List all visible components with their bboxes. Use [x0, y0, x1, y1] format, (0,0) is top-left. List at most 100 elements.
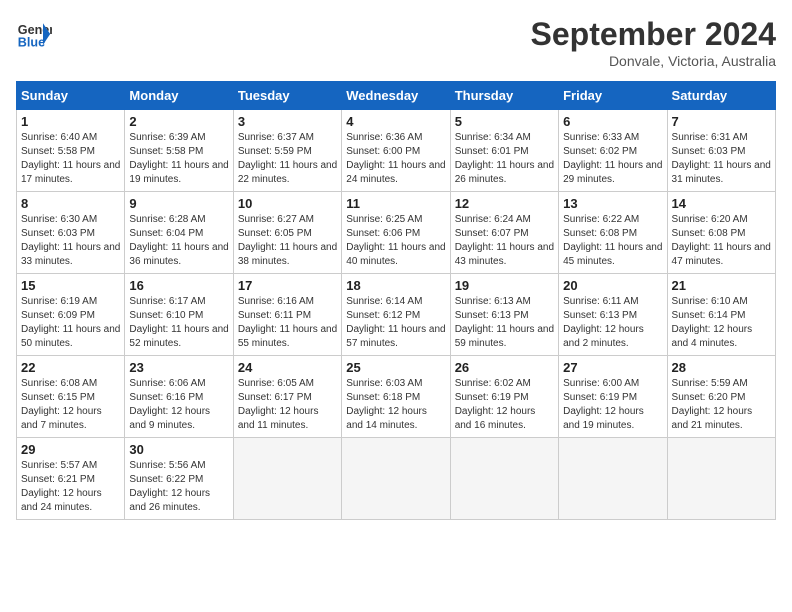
table-row: 23 Sunrise: 6:06 AMSunset: 6:16 PMDaylig… [125, 356, 233, 438]
day-info: Sunrise: 6:03 AMSunset: 6:18 PMDaylight:… [346, 377, 445, 433]
day-number: 16 [129, 278, 228, 293]
day-info: Sunrise: 6:10 AMSunset: 6:14 PMDaylight:… [672, 295, 771, 351]
day-info: Sunrise: 6:22 AMSunset: 6:08 PMDaylight:… [563, 213, 662, 269]
table-row: 3 Sunrise: 6:37 AMSunset: 5:59 PMDayligh… [233, 110, 341, 192]
day-number: 4 [346, 114, 445, 129]
table-row: 26 Sunrise: 6:02 AMSunset: 6:19 PMDaylig… [450, 356, 558, 438]
day-info: Sunrise: 6:06 AMSunset: 6:16 PMDaylight:… [129, 377, 228, 433]
empty-cell [233, 438, 341, 520]
table-row: 13 Sunrise: 6:22 AMSunset: 6:08 PMDaylig… [559, 192, 667, 274]
calendar-week-row: 1 Sunrise: 6:40 AMSunset: 5:58 PMDayligh… [17, 110, 776, 192]
table-row: 7 Sunrise: 6:31 AMSunset: 6:03 PMDayligh… [667, 110, 775, 192]
table-row: 2 Sunrise: 6:39 AMSunset: 5:58 PMDayligh… [125, 110, 233, 192]
calendar-week-row: 15 Sunrise: 6:19 AMSunset: 6:09 PMDaylig… [17, 274, 776, 356]
day-number: 23 [129, 360, 228, 375]
title-block: September 2024 Donvale, Victoria, Austra… [531, 16, 776, 69]
table-row: 30 Sunrise: 5:56 AMSunset: 6:22 PMDaylig… [125, 438, 233, 520]
day-number: 5 [455, 114, 554, 129]
day-number: 11 [346, 196, 445, 211]
day-number: 29 [21, 442, 120, 457]
day-number: 21 [672, 278, 771, 293]
calendar-table: Sunday Monday Tuesday Wednesday Thursday… [16, 81, 776, 520]
day-number: 17 [238, 278, 337, 293]
table-row: 24 Sunrise: 6:05 AMSunset: 6:17 PMDaylig… [233, 356, 341, 438]
day-number: 25 [346, 360, 445, 375]
day-number: 9 [129, 196, 228, 211]
day-number: 19 [455, 278, 554, 293]
day-info: Sunrise: 6:37 AMSunset: 5:59 PMDaylight:… [238, 131, 337, 187]
day-info: Sunrise: 6:33 AMSunset: 6:02 PMDaylight:… [563, 131, 662, 187]
day-info: Sunrise: 6:14 AMSunset: 6:12 PMDaylight:… [346, 295, 445, 351]
day-number: 20 [563, 278, 662, 293]
col-tuesday: Tuesday [233, 82, 341, 110]
empty-cell [450, 438, 558, 520]
day-number: 24 [238, 360, 337, 375]
table-row: 21 Sunrise: 6:10 AMSunset: 6:14 PMDaylig… [667, 274, 775, 356]
day-info: Sunrise: 6:40 AMSunset: 5:58 PMDaylight:… [21, 131, 120, 187]
day-number: 3 [238, 114, 337, 129]
day-number: 27 [563, 360, 662, 375]
day-info: Sunrise: 6:25 AMSunset: 6:06 PMDaylight:… [346, 213, 445, 269]
day-info: Sunrise: 6:19 AMSunset: 6:09 PMDaylight:… [21, 295, 120, 351]
day-info: Sunrise: 6:27 AMSunset: 6:05 PMDaylight:… [238, 213, 337, 269]
day-number: 8 [21, 196, 120, 211]
day-number: 12 [455, 196, 554, 211]
day-info: Sunrise: 5:56 AMSunset: 6:22 PMDaylight:… [129, 459, 228, 515]
location-text: Donvale, Victoria, Australia [531, 53, 776, 69]
table-row: 12 Sunrise: 6:24 AMSunset: 6:07 PMDaylig… [450, 192, 558, 274]
month-title: September 2024 [531, 16, 776, 53]
table-row: 10 Sunrise: 6:27 AMSunset: 6:05 PMDaylig… [233, 192, 341, 274]
col-sunday: Sunday [17, 82, 125, 110]
table-row: 22 Sunrise: 6:08 AMSunset: 6:15 PMDaylig… [17, 356, 125, 438]
calendar-body: 1 Sunrise: 6:40 AMSunset: 5:58 PMDayligh… [17, 110, 776, 520]
table-row: 16 Sunrise: 6:17 AMSunset: 6:10 PMDaylig… [125, 274, 233, 356]
table-row: 28 Sunrise: 5:59 AMSunset: 6:20 PMDaylig… [667, 356, 775, 438]
day-info: Sunrise: 6:02 AMSunset: 6:19 PMDaylight:… [455, 377, 554, 433]
day-number: 14 [672, 196, 771, 211]
table-row: 20 Sunrise: 6:11 AMSunset: 6:13 PMDaylig… [559, 274, 667, 356]
day-info: Sunrise: 5:57 AMSunset: 6:21 PMDaylight:… [21, 459, 120, 515]
day-info: Sunrise: 6:20 AMSunset: 6:08 PMDaylight:… [672, 213, 771, 269]
day-number: 18 [346, 278, 445, 293]
day-number: 10 [238, 196, 337, 211]
day-info: Sunrise: 6:39 AMSunset: 5:58 PMDaylight:… [129, 131, 228, 187]
page-header: General Blue September 2024 Donvale, Vic… [16, 16, 776, 69]
day-number: 28 [672, 360, 771, 375]
table-row: 1 Sunrise: 6:40 AMSunset: 5:58 PMDayligh… [17, 110, 125, 192]
table-row: 18 Sunrise: 6:14 AMSunset: 6:12 PMDaylig… [342, 274, 450, 356]
calendar-header-row: Sunday Monday Tuesday Wednesday Thursday… [17, 82, 776, 110]
day-info: Sunrise: 6:13 AMSunset: 6:13 PMDaylight:… [455, 295, 554, 351]
table-row: 27 Sunrise: 6:00 AMSunset: 6:19 PMDaylig… [559, 356, 667, 438]
day-number: 13 [563, 196, 662, 211]
table-row: 15 Sunrise: 6:19 AMSunset: 6:09 PMDaylig… [17, 274, 125, 356]
table-row: 6 Sunrise: 6:33 AMSunset: 6:02 PMDayligh… [559, 110, 667, 192]
day-info: Sunrise: 5:59 AMSunset: 6:20 PMDaylight:… [672, 377, 771, 433]
day-info: Sunrise: 6:24 AMSunset: 6:07 PMDaylight:… [455, 213, 554, 269]
table-row: 5 Sunrise: 6:34 AMSunset: 6:01 PMDayligh… [450, 110, 558, 192]
day-info: Sunrise: 6:30 AMSunset: 6:03 PMDaylight:… [21, 213, 120, 269]
day-info: Sunrise: 6:05 AMSunset: 6:17 PMDaylight:… [238, 377, 337, 433]
empty-cell [342, 438, 450, 520]
day-info: Sunrise: 6:17 AMSunset: 6:10 PMDaylight:… [129, 295, 228, 351]
col-saturday: Saturday [667, 82, 775, 110]
table-row: 25 Sunrise: 6:03 AMSunset: 6:18 PMDaylig… [342, 356, 450, 438]
table-row: 11 Sunrise: 6:25 AMSunset: 6:06 PMDaylig… [342, 192, 450, 274]
day-number: 6 [563, 114, 662, 129]
calendar-week-row: 22 Sunrise: 6:08 AMSunset: 6:15 PMDaylig… [17, 356, 776, 438]
calendar-week-row: 8 Sunrise: 6:30 AMSunset: 6:03 PMDayligh… [17, 192, 776, 274]
table-row: 9 Sunrise: 6:28 AMSunset: 6:04 PMDayligh… [125, 192, 233, 274]
day-number: 22 [21, 360, 120, 375]
day-number: 30 [129, 442, 228, 457]
day-number: 1 [21, 114, 120, 129]
calendar-week-row: 29 Sunrise: 5:57 AMSunset: 6:21 PMDaylig… [17, 438, 776, 520]
day-info: Sunrise: 6:11 AMSunset: 6:13 PMDaylight:… [563, 295, 662, 351]
col-wednesday: Wednesday [342, 82, 450, 110]
svg-text:Blue: Blue [18, 36, 45, 50]
day-number: 7 [672, 114, 771, 129]
logo: General Blue [16, 16, 52, 52]
day-number: 15 [21, 278, 120, 293]
day-info: Sunrise: 6:34 AMSunset: 6:01 PMDaylight:… [455, 131, 554, 187]
day-info: Sunrise: 6:31 AMSunset: 6:03 PMDaylight:… [672, 131, 771, 187]
table-row: 29 Sunrise: 5:57 AMSunset: 6:21 PMDaylig… [17, 438, 125, 520]
table-row: 17 Sunrise: 6:16 AMSunset: 6:11 PMDaylig… [233, 274, 341, 356]
